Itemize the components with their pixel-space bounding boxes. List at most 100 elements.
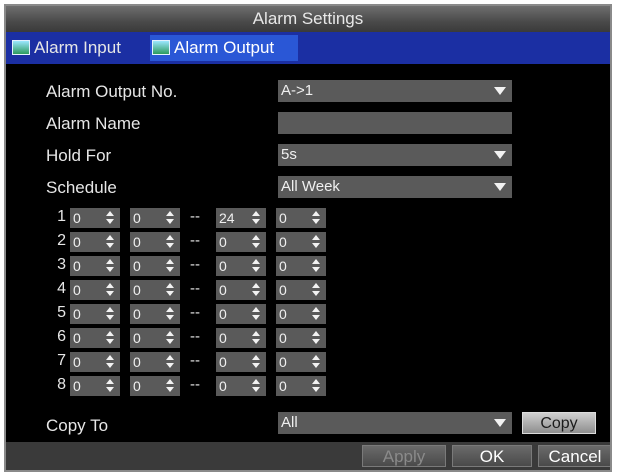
end-minute-spinner[interactable]: 0 <box>276 304 326 324</box>
hold-for-label: Hold For <box>46 146 112 165</box>
start-hour-spinner[interactable]: 0 <box>70 328 120 348</box>
tab-alarm-input[interactable]: Alarm Input <box>10 35 148 61</box>
end-minute-spinner[interactable]: 0 <box>276 232 326 252</box>
spinner-arrows-icon[interactable] <box>106 259 114 273</box>
start-minute-spinner[interactable]: 0 <box>130 352 180 372</box>
ok-button[interactable]: OK <box>452 445 532 467</box>
start-minute-spinner[interactable]: 0 <box>130 232 180 252</box>
spinner-arrows-icon[interactable] <box>166 307 174 321</box>
spinner-arrows-icon[interactable] <box>312 235 320 249</box>
start-minute-spinner[interactable]: 0 <box>130 328 180 348</box>
spinner-arrows-icon[interactable] <box>166 235 174 249</box>
end-minute-spinner[interactable]: 0 <box>276 328 326 348</box>
end-minute-spinner[interactable]: 0 <box>276 280 326 300</box>
end-hour-spinner[interactable]: 0 <box>216 280 266 300</box>
time-range-separator: -- <box>190 232 200 249</box>
spin-value: 0 <box>73 210 81 226</box>
spinner-arrows-icon[interactable] <box>106 355 114 369</box>
spinner-arrows-icon[interactable] <box>106 235 114 249</box>
end-minute-spinner[interactable]: 0 <box>276 352 326 372</box>
schedule-select[interactable]: All Week <box>278 176 512 198</box>
end-hour-spinner[interactable]: 24 <box>216 208 266 228</box>
schedule-row-number: 2 <box>57 232 66 249</box>
spinner-arrows-icon[interactable] <box>252 355 260 369</box>
start-minute-spinner[interactable]: 0 <box>130 280 180 300</box>
spinner-arrows-icon[interactable] <box>312 259 320 273</box>
spinner-arrows-icon[interactable] <box>166 283 174 297</box>
spinner-arrows-icon[interactable] <box>312 331 320 345</box>
start-hour-spinner[interactable]: 0 <box>70 352 120 372</box>
end-minute-spinner[interactable]: 0 <box>276 208 326 228</box>
alarm-name-label: Alarm Name <box>46 114 141 133</box>
alarm-output-no-label: Alarm Output No. <box>46 82 178 101</box>
spinner-arrows-icon[interactable] <box>252 307 260 321</box>
copy-button[interactable]: Copy <box>522 412 596 434</box>
start-hour-spinner[interactable]: 0 <box>70 208 120 228</box>
spinner-arrows-icon[interactable] <box>166 379 174 393</box>
spinner-arrows-icon[interactable] <box>252 379 260 393</box>
spinner-arrows-icon[interactable] <box>106 211 114 225</box>
start-minute-spinner[interactable]: 0 <box>130 208 180 228</box>
start-minute-spinner[interactable]: 0 <box>130 256 180 276</box>
spinner-arrows-icon[interactable] <box>106 283 114 297</box>
spinner-arrows-icon[interactable] <box>252 283 260 297</box>
start-hour-spinner[interactable]: 0 <box>70 280 120 300</box>
spinner-arrows-icon[interactable] <box>312 307 320 321</box>
end-hour-spinner[interactable]: 0 <box>216 304 266 324</box>
end-minute-spinner[interactable]: 0 <box>276 256 326 276</box>
end-hour-spinner[interactable]: 0 <box>216 256 266 276</box>
alarm-input-icon <box>12 40 30 55</box>
spin-value: 0 <box>279 258 287 274</box>
spinner-arrows-icon[interactable] <box>166 331 174 345</box>
spinner-arrows-icon[interactable] <box>252 235 260 249</box>
spin-value: 0 <box>133 330 141 346</box>
tab-alarm-output[interactable]: Alarm Output <box>150 35 298 61</box>
start-hour-spinner[interactable]: 0 <box>70 232 120 252</box>
end-hour-spinner[interactable]: 0 <box>216 232 266 252</box>
chevron-down-icon <box>494 419 506 427</box>
spinner-arrows-icon[interactable] <box>312 355 320 369</box>
hold-for-select[interactable]: 5s <box>278 144 512 166</box>
alarm-name-input[interactable] <box>278 112 512 134</box>
spin-value: 0 <box>279 210 287 226</box>
spinner-arrows-icon[interactable] <box>166 259 174 273</box>
spin-value: 0 <box>219 282 227 298</box>
time-range-separator: -- <box>190 208 200 225</box>
spin-value: 0 <box>219 234 227 250</box>
end-hour-spinner[interactable]: 0 <box>216 328 266 348</box>
spinner-arrows-icon[interactable] <box>106 331 114 345</box>
schedule-row-number: 7 <box>57 352 66 369</box>
spinner-arrows-icon[interactable] <box>252 259 260 273</box>
spinner-arrows-icon[interactable] <box>106 379 114 393</box>
spin-value: 0 <box>219 258 227 274</box>
spinner-arrows-icon[interactable] <box>106 307 114 321</box>
spin-value: 0 <box>73 330 81 346</box>
spinner-arrows-icon[interactable] <box>166 355 174 369</box>
end-minute-spinner[interactable]: 0 <box>276 376 326 396</box>
spinner-arrows-icon[interactable] <box>312 379 320 393</box>
spinner-arrows-icon[interactable] <box>252 211 260 225</box>
spinner-arrows-icon[interactable] <box>166 211 174 225</box>
alarm-output-no-select[interactable]: A->1 <box>278 80 512 102</box>
copy-to-select[interactable]: All <box>278 412 512 434</box>
cancel-button[interactable]: Cancel <box>538 445 610 467</box>
start-hour-spinner[interactable]: 0 <box>70 376 120 396</box>
start-minute-spinner[interactable]: 0 <box>130 376 180 396</box>
end-hour-spinner[interactable]: 0 <box>216 352 266 372</box>
start-hour-spinner[interactable]: 0 <box>70 304 120 324</box>
end-hour-spinner[interactable]: 0 <box>216 376 266 396</box>
spin-value: 0 <box>219 330 227 346</box>
spinner-arrows-icon[interactable] <box>312 211 320 225</box>
spin-value: 0 <box>133 378 141 394</box>
spin-value: 0 <box>279 330 287 346</box>
start-minute-spinner[interactable]: 0 <box>130 304 180 324</box>
spinner-arrows-icon[interactable] <box>252 331 260 345</box>
schedule-label: Schedule <box>46 178 117 197</box>
start-hour-spinner[interactable]: 0 <box>70 256 120 276</box>
spin-value: 0 <box>219 378 227 394</box>
apply-button[interactable]: Apply <box>362 445 446 467</box>
footer-bar: Apply OK Cancel <box>6 442 610 470</box>
spinner-arrows-icon[interactable] <box>312 283 320 297</box>
schedule-row-number: 4 <box>57 280 66 297</box>
time-range-separator: -- <box>190 376 200 393</box>
